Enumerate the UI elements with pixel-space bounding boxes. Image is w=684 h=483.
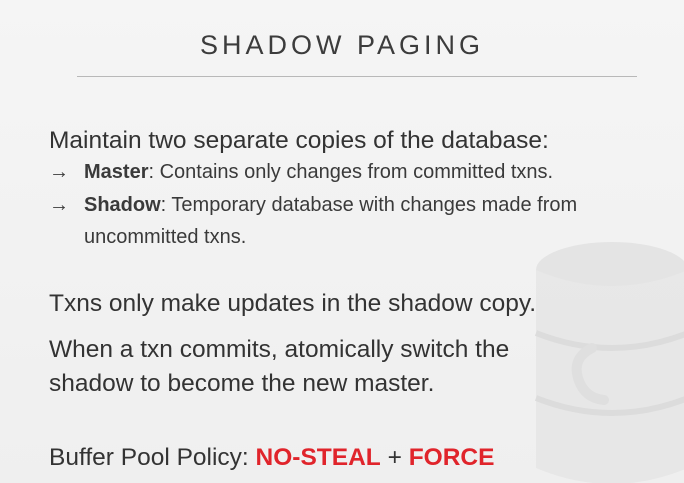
- slide: SHADOW PAGING Maintain two separate copi…: [0, 0, 684, 483]
- intro-text: Maintain two separate copies of the data…: [49, 127, 549, 154]
- policy-label: Buffer Pool Policy:: [49, 444, 256, 471]
- statement-commit-line1: When a txn commits, atomically switch th…: [49, 336, 510, 363]
- bullet-term-master: Master: [84, 161, 149, 183]
- bullet-term-shadow: Shadow: [84, 194, 161, 216]
- database-icon: [534, 242, 684, 483]
- bullet-shadow-continuation: uncommitted txns.: [84, 226, 247, 248]
- arrow-icon: →: [49, 161, 69, 183]
- bullet-master: → Master: Contains only changes from comm…: [49, 161, 553, 184]
- bullet-text-shadow: : Temporary database with changes made f…: [160, 194, 578, 216]
- bullet-text-master: : Contains only changes from committed t…: [148, 161, 554, 183]
- slide-title: SHADOW PAGING: [199, 30, 485, 60]
- arrow-icon: →: [49, 194, 69, 216]
- policy-force: FORCE: [408, 444, 495, 471]
- buffer-pool-policy: Buffer Pool Policy: NO-STEAL + FORCE: [49, 444, 494, 472]
- statement-shadow-updates: Txns only make updates in the shadow cop…: [49, 290, 537, 317]
- title-divider: [77, 76, 637, 77]
- policy-no-steal: NO-STEAL: [255, 444, 381, 471]
- statement-commit-line2: shadow to become the new master.: [49, 370, 435, 397]
- policy-plus: +: [380, 444, 409, 471]
- bullet-shadow: → Shadow: Temporary database with changes…: [49, 194, 577, 217]
